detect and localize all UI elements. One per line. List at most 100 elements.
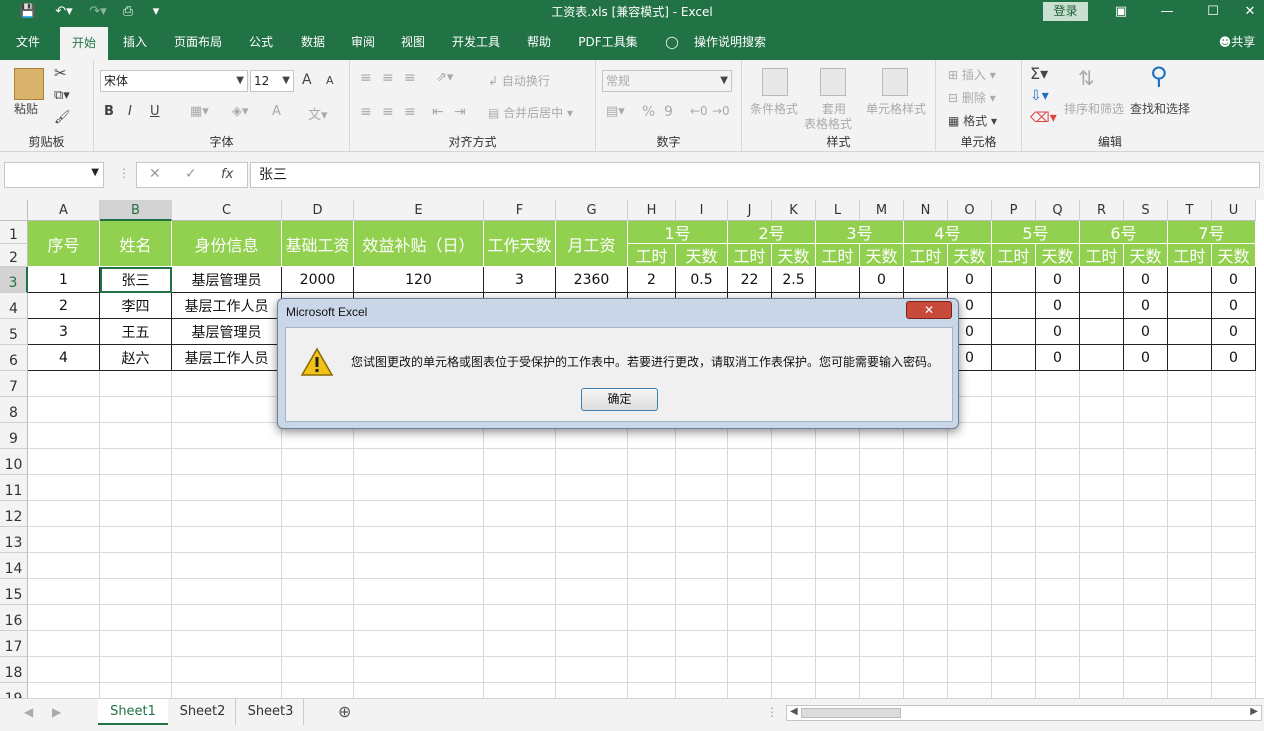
grid-cell[interactable] xyxy=(860,683,904,698)
underline-button[interactable]: U xyxy=(150,104,160,119)
grid-cell[interactable] xyxy=(904,631,948,657)
grid-cell[interactable] xyxy=(948,449,992,475)
grid-cell[interactable] xyxy=(1036,605,1080,631)
column-header-l[interactable]: L xyxy=(816,200,860,221)
grid-cell[interactable] xyxy=(992,527,1036,553)
split-handle[interactable]: ⋮ xyxy=(766,705,778,719)
column-header-a[interactable]: A xyxy=(28,200,100,221)
grid-cell[interactable] xyxy=(816,683,860,698)
column-header-p[interactable]: P xyxy=(992,200,1036,221)
row-header-7[interactable]: 7 xyxy=(0,371,28,397)
tab-help[interactable]: 帮助 xyxy=(518,24,560,60)
grid-cell[interactable] xyxy=(948,605,992,631)
grid-cell[interactable] xyxy=(28,631,100,657)
grid-cell[interactable] xyxy=(556,527,628,553)
close-icon[interactable]: ✕ xyxy=(1236,0,1264,24)
grid-cell[interactable] xyxy=(100,527,172,553)
grid-cell[interactable] xyxy=(282,683,354,698)
row-header-9[interactable]: 9 xyxy=(0,423,28,449)
grid-cell[interactable] xyxy=(676,449,728,475)
grid-cell[interactable] xyxy=(992,553,1036,579)
grid-cell[interactable] xyxy=(1124,657,1168,683)
cell-subsidy[interactable]: 120 xyxy=(354,267,484,293)
column-header-u[interactable]: U xyxy=(1212,200,1256,221)
align-right-icon[interactable]: ≡ xyxy=(404,104,416,120)
grid-cell[interactable] xyxy=(676,553,728,579)
cell-name[interactable]: 李四 xyxy=(100,293,172,319)
conditional-format-icon[interactable] xyxy=(762,68,788,96)
grow-font-button[interactable]: A xyxy=(302,72,312,88)
grid-cell[interactable] xyxy=(728,449,772,475)
font-size-select[interactable]: 12 ▼ xyxy=(250,70,294,92)
grid-cell[interactable] xyxy=(948,683,992,698)
cell-day-value[interactable]: 0 xyxy=(1124,267,1168,293)
tab-view[interactable]: 视图 xyxy=(392,24,434,60)
grid-cell[interactable] xyxy=(172,605,282,631)
grid-cell[interactable] xyxy=(172,397,282,423)
grid-cell[interactable] xyxy=(1168,423,1212,449)
align-bottom-icon[interactable]: ≡ xyxy=(404,70,416,86)
grid-cell[interactable] xyxy=(100,657,172,683)
column-header-n[interactable]: N xyxy=(904,200,948,221)
cell-day-value[interactable]: 0 xyxy=(860,267,904,293)
grid-cell[interactable] xyxy=(1124,527,1168,553)
grid-cell[interactable] xyxy=(860,475,904,501)
grid-cell[interactable] xyxy=(28,527,100,553)
grid-cell[interactable] xyxy=(676,683,728,698)
grid-cell[interactable] xyxy=(676,605,728,631)
grid-cell[interactable] xyxy=(772,527,816,553)
grid-cell[interactable] xyxy=(904,553,948,579)
format-painter-icon[interactable]: 🖌 xyxy=(54,110,71,125)
grid-cell[interactable] xyxy=(484,475,556,501)
sort-filter-button[interactable]: 排序和筛选 xyxy=(1064,100,1124,117)
insert-function-button[interactable]: fx xyxy=(221,167,233,182)
grid-cell[interactable] xyxy=(1212,449,1256,475)
grid-cell[interactable] xyxy=(1168,501,1212,527)
grid-cell[interactable] xyxy=(556,501,628,527)
row-header-10[interactable]: 10 xyxy=(0,449,28,475)
grid-cell[interactable] xyxy=(1080,397,1124,423)
cell-empty[interactable] xyxy=(1080,345,1124,371)
grid-cell[interactable] xyxy=(354,527,484,553)
grid-cell[interactable] xyxy=(354,501,484,527)
grid-cell[interactable] xyxy=(1168,631,1212,657)
share-button[interactable]: ☻共享 xyxy=(1212,24,1262,60)
grid-cell[interactable] xyxy=(172,527,282,553)
copy-icon[interactable]: ⧉▾ xyxy=(54,88,70,103)
grid-cell[interactable] xyxy=(1124,579,1168,605)
tab-insert[interactable]: 插入 xyxy=(114,24,156,60)
grid-cell[interactable] xyxy=(282,605,354,631)
column-header-r[interactable]: R xyxy=(1080,200,1124,221)
grid-cell[interactable] xyxy=(100,501,172,527)
grid-cell[interactable] xyxy=(282,631,354,657)
ok-button[interactable]: 确定 xyxy=(581,388,658,411)
grid-cell[interactable] xyxy=(772,553,816,579)
grid-cell[interactable] xyxy=(556,657,628,683)
grid-cell[interactable] xyxy=(100,605,172,631)
grid-cell[interactable] xyxy=(1080,475,1124,501)
format-table-icon[interactable] xyxy=(820,68,846,96)
grid-cell[interactable] xyxy=(1036,397,1080,423)
grid-cell[interactable] xyxy=(992,683,1036,698)
grid-cell[interactable] xyxy=(1036,657,1080,683)
grid-cell[interactable] xyxy=(1168,475,1212,501)
orientation-icon[interactable]: ⇗▾ xyxy=(436,70,453,85)
cell-empty[interactable] xyxy=(992,293,1036,319)
comma-button[interactable]: 9 xyxy=(664,104,673,120)
grid-cell[interactable] xyxy=(628,501,676,527)
grid-cell[interactable] xyxy=(628,605,676,631)
grid-cell[interactable] xyxy=(1036,683,1080,698)
grid-cell[interactable] xyxy=(28,371,100,397)
name-box[interactable]: ▼ xyxy=(4,162,104,188)
print-preview-icon[interactable]: ⎙ xyxy=(118,3,138,21)
grid-cell[interactable] xyxy=(100,631,172,657)
grid-cell[interactable] xyxy=(1124,501,1168,527)
grid-cell[interactable] xyxy=(948,475,992,501)
align-top-icon[interactable]: ≡ xyxy=(360,70,372,86)
grid-cell[interactable] xyxy=(628,553,676,579)
grid-cell[interactable] xyxy=(1080,683,1124,698)
grid-cell[interactable] xyxy=(992,501,1036,527)
grid-cell[interactable] xyxy=(1212,657,1256,683)
grid-cell[interactable] xyxy=(1168,683,1212,698)
grid-cell[interactable] xyxy=(1212,371,1256,397)
